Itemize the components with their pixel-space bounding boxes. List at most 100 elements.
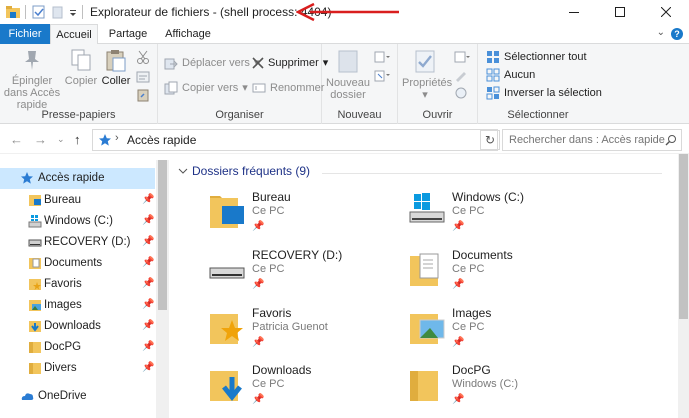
folder-tile-desktop[interactable]: Bureau Ce PC 📌	[208, 190, 408, 245]
pin-icon: 📌	[142, 257, 155, 268]
pin-quick-access-button[interactable]: Épingler dans Accès rapide	[2, 48, 62, 111]
drive-c-icon	[409, 193, 445, 223]
folder-tile-images[interactable]: Images Ce PC 📌	[408, 306, 608, 361]
title-bar: Explorateur de fichiers - (shell process…	[0, 0, 689, 24]
nav-item-images[interactable]: Images 📌	[0, 295, 155, 316]
delete-button[interactable]: Supprimer ▾	[252, 54, 328, 72]
group-organize: Déplacer vers ▾ Copier vers ▾ Supprimer ▾ R…	[158, 44, 328, 124]
annotation-arrow	[296, 2, 399, 22]
navpane-scroll-thumb[interactable]	[158, 160, 167, 310]
folder-tile-documents[interactable]: Documents Ce PC 📌	[408, 248, 608, 303]
refresh-button[interactable]: ↻	[480, 130, 500, 150]
copy-to-button[interactable]: Copier vers ▾	[164, 79, 248, 97]
address-bar[interactable]: › Accès rapide ⌄	[92, 129, 563, 151]
help-icon[interactable]: ?	[671, 28, 683, 40]
group-open-label: Ouvrir	[422, 109, 453, 121]
collapse-ribbon-icon[interactable]: ⌄	[657, 27, 665, 38]
forward-arrow-icon[interactable]: →	[34, 132, 47, 147]
tab-file[interactable]: Fichier	[0, 24, 50, 44]
minimize-button[interactable]	[551, 0, 597, 24]
properties-quick-icon[interactable]	[32, 4, 46, 20]
folder-tile-downloads[interactable]: Downloads Ce PC 📌	[208, 363, 408, 418]
pin-icon: 📌	[252, 279, 265, 290]
folder-tile-favorites[interactable]: Favoris Patricia Guenot 📌	[208, 306, 408, 361]
downloads-icon	[29, 321, 41, 332]
search-box[interactable]	[502, 129, 682, 151]
paste-shortcut-icon[interactable]	[136, 88, 150, 102]
cut-icon[interactable]	[136, 50, 150, 64]
minimize-icon	[569, 12, 579, 13]
breadcrumb-location[interactable]: Accès rapide	[127, 133, 196, 147]
tab-home[interactable]: Accueil	[50, 24, 98, 45]
group-organize-label: Organiser	[215, 109, 264, 121]
drive-d-icon	[209, 267, 245, 279]
group-new: Nouveau dossier Nouveau	[322, 44, 398, 124]
nav-item-documents[interactable]: Documents 📌	[0, 253, 155, 274]
pin-icon: 📌	[142, 320, 155, 331]
paste-button[interactable]: Coller	[100, 48, 132, 87]
images-icon	[410, 314, 445, 344]
navpane-scrollbar[interactable]	[156, 160, 169, 418]
images-icon	[29, 300, 41, 311]
copy-button[interactable]: Copier	[64, 48, 98, 87]
search-icon	[665, 135, 676, 146]
folder-icon	[29, 363, 41, 374]
back-arrow-icon[interactable]: ←	[10, 132, 23, 147]
history-icon[interactable]	[454, 86, 468, 100]
customize-quick-access-icon[interactable]	[68, 4, 78, 20]
content-scrollbar[interactable]	[678, 154, 689, 418]
nav-item-favorites[interactable]: Favoris 📌	[0, 274, 155, 295]
new-folder-quick-icon[interactable]	[52, 4, 64, 20]
open-icon[interactable]	[454, 50, 470, 64]
frequent-folders-header[interactable]: Dossiers fréquents (9)	[178, 164, 310, 178]
nav-item-downloads[interactable]: Downloads 📌	[0, 316, 155, 337]
pin-icon: 📌	[142, 278, 155, 289]
documents-icon	[410, 253, 439, 286]
desktop-icon	[210, 196, 244, 228]
group-new-label: Nouveau	[337, 109, 382, 121]
pin-icon: 📌	[142, 362, 155, 373]
nav-item-onedrive[interactable]: OneDrive	[0, 386, 155, 407]
folder-tile-docpg[interactable]: DocPG Windows (C:) 📌	[408, 363, 608, 418]
easy-access-icon[interactable]	[374, 68, 390, 82]
edit-icon[interactable]	[454, 68, 468, 82]
documents-icon	[29, 258, 41, 269]
tab-share[interactable]: Partage	[102, 24, 154, 44]
nav-item-drive-d[interactable]: RECOVERY (D:) 📌	[0, 232, 155, 253]
select-all-button[interactable]: Sélectionner tout	[486, 48, 587, 66]
nav-item-divers[interactable]: Divers 📌	[0, 358, 155, 379]
nav-item-quick-access[interactable]: Accès rapide	[0, 168, 155, 189]
maximize-icon	[615, 7, 625, 17]
search-input[interactable]	[509, 132, 669, 148]
maximize-button[interactable]	[597, 0, 643, 24]
new-folder-button[interactable]: Nouveau dossier	[326, 48, 370, 101]
folder-tile-drive-c[interactable]: Windows (C:) Ce PC 📌	[408, 190, 608, 245]
up-arrow-icon[interactable]: ↑	[74, 132, 81, 147]
tab-view[interactable]: Affichage	[160, 24, 216, 44]
desktop-icon	[29, 195, 41, 206]
content-area: Dossiers fréquents (9) Bureau Ce PC 📌 Wi…	[172, 160, 678, 418]
nav-item-desktop[interactable]: Bureau 📌	[0, 190, 155, 211]
breadcrumb-separator-icon[interactable]: ›	[115, 132, 119, 144]
invert-selection-button[interactable]: Inverser la sélection	[486, 84, 602, 102]
recent-locations-icon[interactable]: ⌄	[57, 134, 65, 145]
new-folder-icon	[338, 50, 358, 73]
copy-path-icon[interactable]	[136, 70, 150, 84]
nav-item-drive-c[interactable]: Windows (C:) 📌	[0, 211, 155, 232]
pin-icon: 📌	[142, 341, 155, 352]
pin-icon: 📌	[452, 279, 465, 290]
close-button[interactable]	[643, 0, 689, 24]
folder-icon	[410, 371, 438, 401]
pin-icon: 📌	[142, 299, 155, 310]
favorites-icon	[210, 314, 243, 344]
rename-icon	[252, 83, 266, 93]
properties-button[interactable]: Propriétés ▾	[402, 48, 452, 101]
navigation-pane: Accès rapide Bureau 📌 Windows (C:) 📌 REC…	[0, 160, 170, 418]
move-to-button[interactable]: Déplacer vers ▾	[164, 54, 259, 72]
rename-button[interactable]: Renommer	[252, 79, 324, 97]
folder-tile-drive-d[interactable]: RECOVERY (D:) Ce PC 📌	[208, 248, 408, 303]
new-item-icon[interactable]	[374, 50, 390, 64]
nav-item-docpg[interactable]: DocPG 📌	[0, 337, 155, 358]
select-none-button[interactable]: Aucun	[486, 66, 535, 84]
content-scroll-thumb[interactable]	[679, 154, 688, 319]
